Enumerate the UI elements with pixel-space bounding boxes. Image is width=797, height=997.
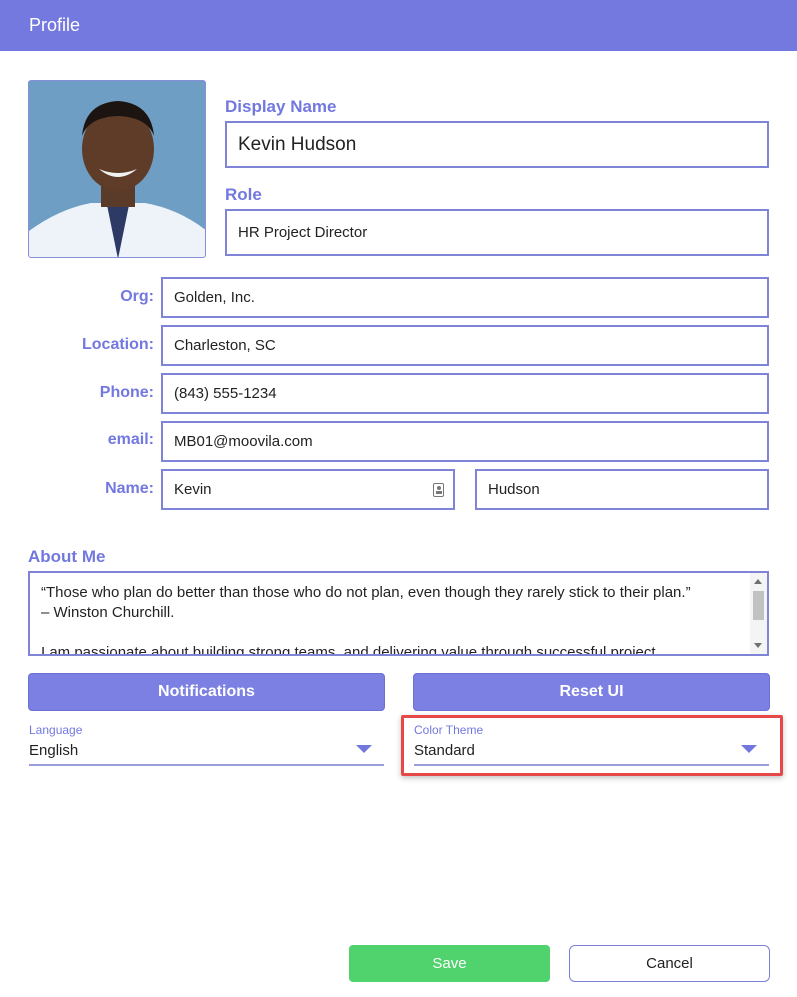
display-name-input[interactable]: Kevin Hudson [225,121,769,168]
email-value: MB01@moovila.com [174,433,313,450]
first-name-input[interactable]: Kevin [161,469,455,510]
last-name-value: Hudson [488,481,540,498]
location-label: Location: [82,336,154,353]
notifications-button[interactable]: Notifications [28,673,385,711]
phone-input[interactable]: (843) 555-1234 [161,373,769,414]
phone-value: (843) 555-1234 [174,385,277,402]
display-name-label: Display Name [225,97,337,116]
location-value: Charleston, SC [174,337,276,354]
page-title: Profile [29,15,81,35]
cancel-button[interactable]: Cancel [569,945,770,982]
about-scrollbar[interactable] [750,573,767,654]
org-input[interactable]: Golden, Inc. [161,277,769,318]
caret-down-icon[interactable] [356,745,372,753]
avatar-image [29,81,205,257]
language-label: Language [29,723,83,737]
scroll-thumb[interactable] [753,591,764,620]
scroll-up-arrow-icon[interactable] [754,579,762,584]
last-name-input[interactable]: Hudson [475,469,769,510]
name-label: Name: [105,480,154,497]
color-theme-highlight [401,715,783,776]
about-me-text: “Those who plan do better than those who… [41,584,691,656]
scroll-down-arrow-icon[interactable] [754,643,762,648]
role-value: HR Project Director [238,224,368,241]
save-button[interactable]: Save [349,945,550,982]
location-input[interactable]: Charleston, SC [161,325,769,366]
role-input[interactable]: HR Project Director [225,209,769,256]
contact-card-icon[interactable] [433,482,444,497]
first-name-value: Kevin [174,481,212,498]
email-label: email: [107,431,154,448]
language-value: English [29,742,79,759]
about-me-textarea[interactable]: “Those who plan do better than those who… [28,571,769,656]
org-label: Org: [120,288,154,305]
header-bar: Profile [0,0,797,51]
display-name-value: Kevin Hudson [238,133,357,155]
role-label: Role [225,185,262,204]
org-value: Golden, Inc. [174,289,255,306]
reset-ui-button[interactable]: Reset UI [413,673,770,711]
profile-photo[interactable] [28,80,206,258]
email-input[interactable]: MB01@moovila.com [161,421,769,462]
about-me-label: About Me [28,547,106,566]
language-underline [29,764,384,766]
phone-label: Phone: [99,384,154,401]
